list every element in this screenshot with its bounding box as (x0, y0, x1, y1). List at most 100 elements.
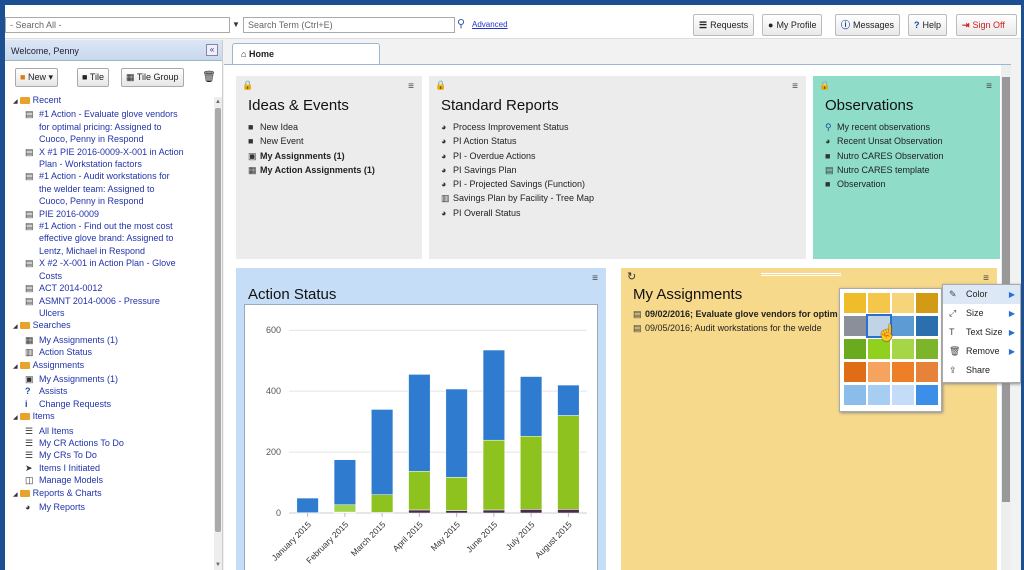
color-swatch[interactable] (844, 293, 866, 313)
tree-item-line[interactable]: ➤ Items I Initiated (9, 462, 209, 474)
tile-link[interactable]: ◕ Recent Unsat Observation (825, 134, 988, 148)
tree-item-line[interactable]: ◕ My Reports (9, 501, 209, 513)
tile-link[interactable]: ◕ Process Improvement Status (441, 120, 794, 134)
tree-item-line[interactable]: ▥ Action Status (9, 346, 209, 358)
tile-link[interactable]: ■ New Event (248, 134, 410, 148)
tree-section-2[interactable]: ◢ Assignments (9, 359, 209, 373)
tree-item-line[interactable]: ▤ X #2 -X-001 in Action Plan - Glove (9, 257, 209, 269)
color-swatch[interactable] (868, 385, 890, 405)
color-swatch[interactable] (868, 362, 890, 382)
tile-link[interactable]: ▣ My Assignments (1) (248, 149, 410, 163)
help-button[interactable]: ? Help (908, 14, 948, 36)
scroll-up-arrow-icon[interactable]: ▲ (215, 99, 221, 105)
caret-down-icon[interactable]: ◢ (13, 324, 18, 330)
new-button[interactable]: ■ New ▾ (15, 68, 58, 87)
color-swatch[interactable] (844, 385, 866, 405)
caret-down-icon[interactable]: ◢ (13, 99, 18, 105)
caret-down-icon[interactable]: ◢ (13, 492, 18, 498)
chevron-down-icon[interactable]: ▼ (232, 17, 242, 33)
lock-icon: 🔒 (435, 80, 447, 90)
tile-menu-icon[interactable]: ≡ (986, 81, 992, 92)
trash-icon[interactable]: 🗑 (202, 70, 216, 83)
sign-off-button[interactable]: ⇥ Sign Off (956, 14, 1017, 36)
color-swatch[interactable] (916, 385, 938, 405)
tree-item-line[interactable]: ☰ My CR Actions To Do (9, 437, 209, 449)
sidebar: Welcome, Penny « ■ New ▾ ■ Tile ▦ Tile G… (5, 40, 223, 570)
tile-link[interactable]: ◕ PI Savings Plan (441, 163, 794, 177)
tile-menu-icon[interactable]: ≡ (792, 81, 798, 92)
scroll-down-arrow-icon[interactable]: ▼ (215, 562, 221, 568)
menu-item-size[interactable]: ⤢ Size ▶ (943, 304, 1020, 323)
tree-item-line[interactable]: ▤ ACT 2014-0012 (9, 282, 209, 294)
tree-item-line[interactable]: ▤ ASMNT 2014-0006 - Pressure (9, 295, 209, 307)
my-profile-button[interactable]: ● My Profile (762, 14, 823, 36)
color-swatch[interactable] (844, 316, 866, 336)
tree-item-line[interactable]: ▦ My Assignments (1) (9, 334, 209, 346)
tile-button[interactable]: ■ Tile (77, 68, 109, 87)
color-swatch[interactable] (844, 339, 866, 359)
document-icon: ▤ (25, 258, 34, 269)
tree-item-line[interactable]: ? Assists (9, 385, 209, 397)
messages-button[interactable]: ⓘ Messages (835, 14, 901, 36)
tile-link[interactable]: ◕ PI - Overdue Actions (441, 149, 794, 163)
requests-button[interactable]: ☰ Requests (693, 14, 755, 36)
tree-item-line[interactable]: ▤ X #1 PIE 2016-0009-X-001 in Action (9, 146, 209, 158)
menu-item-color[interactable]: ✎ Color ▶ (943, 285, 1020, 304)
tile-link[interactable]: ▦ My Action Assignments (1) (248, 163, 410, 177)
tile-group-button[interactable]: ▦ Tile Group (121, 68, 184, 87)
tile-menu-icon[interactable]: ≡ (983, 273, 989, 284)
search-input[interactable]: Search Term (Ctrl+E) (243, 17, 455, 33)
menu-item-remove[interactable]: 🗑 Remove ▶ (943, 342, 1020, 361)
tree-item-line[interactable]: ◫ Manage Models (9, 474, 209, 486)
tile-link[interactable]: ⚲ My recent observations (825, 120, 988, 134)
tree-item-line[interactable]: ▤ #1 Action - Audit workstations for (9, 170, 209, 182)
tree-item-line[interactable]: ☰ All Items (9, 425, 209, 437)
color-swatch[interactable] (916, 362, 938, 382)
new-item-icon: ■ (825, 150, 831, 161)
tile-link[interactable]: ■ New Idea (248, 120, 410, 134)
color-swatch[interactable] (892, 362, 914, 382)
search-icon[interactable]: ⚲ (457, 17, 465, 30)
tab-home[interactable]: ⌂ Home (232, 43, 380, 64)
tree-item-line[interactable]: ▤ #1 Action - Evaluate glove vendors (9, 108, 209, 120)
tile-link[interactable]: ■ Nutro CARES Observation (825, 149, 988, 163)
tree-section-3[interactable]: ◢ Items (9, 410, 209, 424)
color-swatch[interactable] (892, 385, 914, 405)
tree-item-label: Cuoco, Penny in Respond (39, 196, 144, 207)
menu-item-share[interactable]: ⇪ Share (943, 361, 1020, 380)
tree-section-1[interactable]: ◢ Searches (9, 319, 209, 333)
color-swatch[interactable] (892, 293, 914, 313)
chevron-right-icon: ▶ (1008, 328, 1015, 337)
search-scope-select[interactable]: - Search All - (5, 17, 230, 33)
menu-item-text-size[interactable]: T Text Size ▶ (943, 323, 1020, 342)
tile-menu-icon[interactable]: ≡ (592, 273, 598, 284)
tree-item-line[interactable]: ▤ #1 Action - Find out the most cost (9, 220, 209, 232)
color-swatch[interactable] (844, 362, 866, 382)
tree-item-line[interactable]: ▤ PIE 2016-0009 (9, 208, 209, 220)
advanced-search-link[interactable]: Advanced (472, 20, 508, 29)
tile-link-label: Nutro CARES template (837, 164, 930, 175)
color-swatch[interactable] (916, 293, 938, 313)
tree-item-line[interactable]: i Change Requests (9, 398, 209, 410)
drag-handle[interactable] (761, 273, 841, 276)
caret-down-icon[interactable]: ◢ (13, 415, 18, 421)
color-swatch[interactable] (916, 339, 938, 359)
caret-down-icon[interactable]: ◢ (13, 364, 18, 370)
color-swatch[interactable] (916, 316, 938, 336)
sidebar-scroll-thumb[interactable] (215, 108, 221, 532)
tile-link[interactable]: ■ Observation (825, 177, 988, 191)
tile-menu-icon[interactable]: ≡ (408, 81, 414, 92)
tree-section-4[interactable]: ◢ Reports & Charts (9, 487, 209, 501)
tree-section-0[interactable]: ◢ Recent (9, 94, 209, 108)
collapse-sidebar-button[interactable]: « (206, 44, 218, 56)
pie-chart-icon: ◕ (441, 150, 447, 161)
tile-link[interactable]: ◕ PI Overall Status (441, 206, 794, 220)
tree-item-line[interactable]: ☰ My CRs To Do (9, 449, 209, 461)
tile-link[interactable]: ▤ Nutro CARES template (825, 163, 988, 177)
tree-item-line[interactable]: ▣ My Assignments (1) (9, 373, 209, 385)
refresh-icon[interactable]: ↻ (627, 270, 636, 283)
tile-link[interactable]: ▥ Savings Plan by Facility - Tree Map (441, 191, 794, 205)
tile-link[interactable]: ◕ PI - Projected Savings (Function) (441, 177, 794, 191)
color-swatch[interactable] (868, 293, 890, 313)
tile-link[interactable]: ◕ PI Action Status (441, 134, 794, 148)
